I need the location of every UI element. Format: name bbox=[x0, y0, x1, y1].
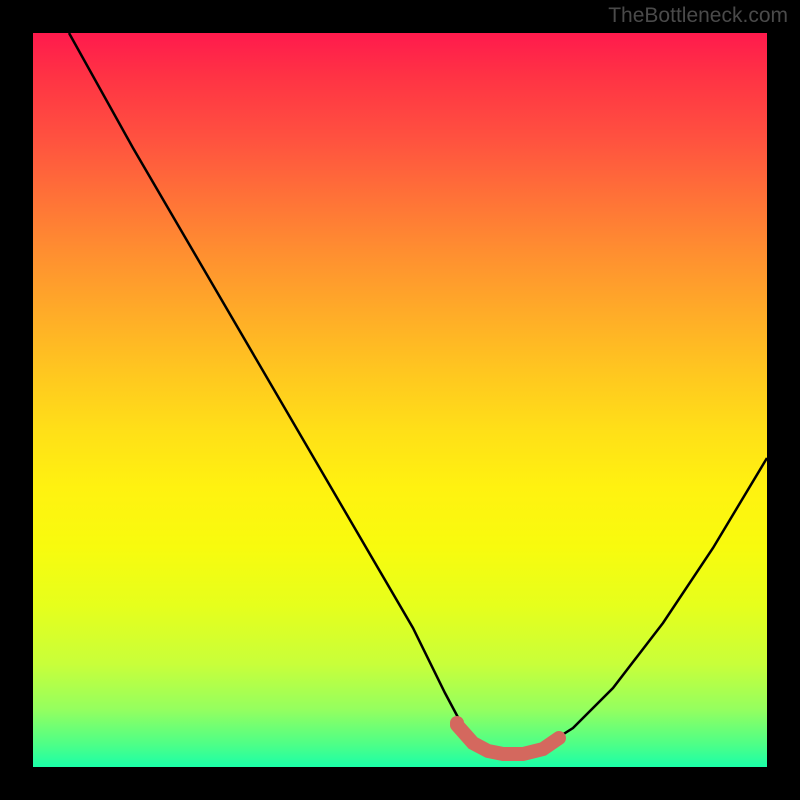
chart-container: TheBottleneck.com bbox=[0, 0, 800, 800]
optimal-segment-line bbox=[457, 725, 559, 754]
curve-svg bbox=[33, 33, 767, 767]
watermark-text: TheBottleneck.com bbox=[608, 4, 788, 28]
bottleneck-curve-line bbox=[69, 33, 767, 753]
plot-area bbox=[33, 33, 767, 767]
optimal-start-marker bbox=[450, 716, 464, 730]
